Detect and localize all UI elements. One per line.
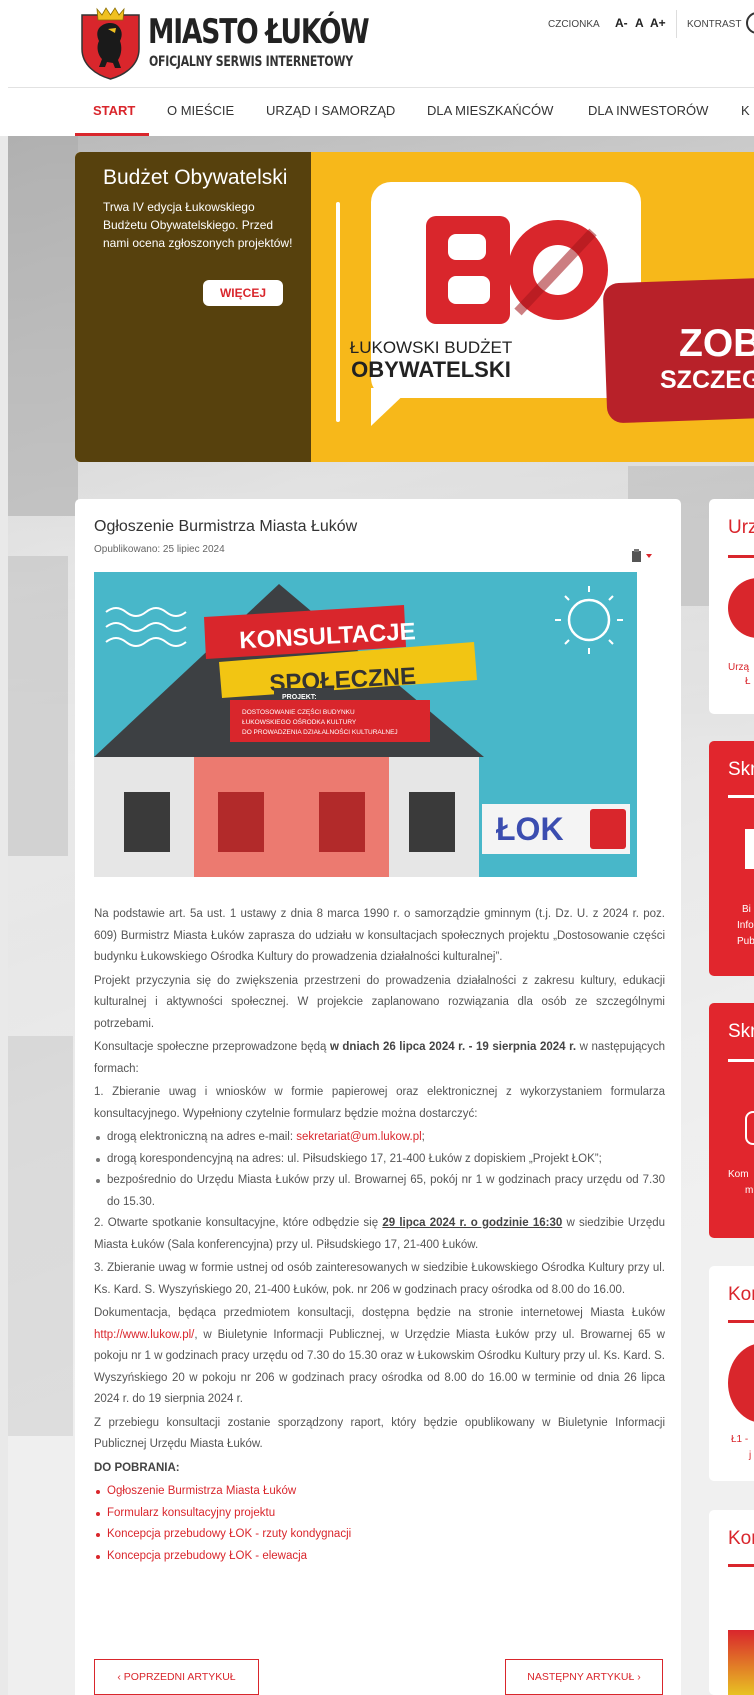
website-link[interactable]: http://www.lukow.pl/ — [94, 1329, 194, 1341]
font-size-label: CZCIONKA — [548, 19, 600, 30]
paragraph-report: Z przebiegu konsultacji zostanie sporząd… — [94, 1416, 665, 1451]
consultation-poster: ŁOK KONSULTACJE SPOŁECZNE PROJEKT: DOSTO… — [94, 572, 637, 877]
sidebar-card-mailbox: Skr Kom m — [709, 1003, 754, 1238]
city-crest-logo[interactable] — [80, 7, 141, 80]
download-link-announcement[interactable]: Ogłoszenie Burmistrza Miasta Łuków — [107, 1485, 296, 1497]
mailbox-icon[interactable] — [745, 1111, 754, 1145]
sidebar-card-contact: Kon Ł1 - j — [709, 1266, 754, 1481]
nav-item-dla-inwestorow[interactable]: DLA INWESTORÓW — [588, 88, 708, 136]
lok-logo-text: ŁOK — [496, 811, 564, 847]
download-item: Koncepcja przebudowy ŁOK - rzuty kondygn… — [94, 1524, 665, 1546]
bo-caption-line1: ŁUKOWSKI BUDŻET — [349, 338, 513, 357]
poster-project-line2: ŁUKOWSKIEGO OŚRODKA KULTURY — [242, 717, 357, 726]
email-link[interactable]: sekretariat@um.lukow.pl — [296, 1131, 421, 1143]
meeting-date: 29 lipca 2024 r. o godzinie 16:30 — [382, 1217, 563, 1229]
cta-line2: SZCZEG — [660, 366, 754, 394]
sidebar-card-partners: Kon — [709, 1510, 754, 1695]
sidebar-card-office: Urz Urzą Ł — [709, 499, 754, 714]
bip-icon[interactable] — [745, 829, 754, 869]
paragraph-meeting: 2. Otwarte spotkanie konsultacyjne, któr… — [94, 1217, 666, 1251]
sidebar-card-title: Urz — [728, 517, 754, 538]
consultation-dates: w dniach 26 lipca 2024 r. - 19 sierpnia … — [329, 1041, 577, 1053]
poster-project-label: PROJEKT: — [282, 694, 317, 701]
poster-project-line1: DOSTOSOWANIE CZĘŚCI BUDYNKU — [242, 707, 355, 716]
download-link-form[interactable]: Formularz konsultacyjny projektu — [107, 1507, 275, 1519]
list-item: drogą korespondencyjną na adres: ul. Pił… — [94, 1149, 665, 1171]
print-icon[interactable] — [631, 549, 657, 563]
banner-more-button[interactable]: WIĘCEJ — [203, 280, 283, 306]
partner-logo[interactable] — [728, 1630, 754, 1695]
site-title[interactable]: MIASTO ŁUKÓW — [148, 13, 370, 51]
paragraph-form1: 1. Zbieranie uwag i wniosków w formie pa… — [94, 1086, 665, 1120]
article-card: Ogłoszenie Burmistrza Miasta Łuków Opubl… — [75, 499, 681, 1695]
paragraph-purpose: Projekt przyczynia się do zwiększenia pr… — [94, 974, 665, 1030]
article-body: Na podstawie art. 5a ust. 1 ustawy z dni… — [94, 904, 665, 1567]
banner-title: Budżet Obywatelski — [103, 166, 288, 189]
article-date: Opublikowano: 25 lipiec 2024 — [94, 544, 225, 555]
hero-banner[interactable]: Budżet Obywatelski Trwa IV edycja Łukows… — [75, 152, 754, 462]
site-header: MIASTO ŁUKÓW OFICJALNY SERWIS INTERNETOW… — [0, 0, 754, 88]
office-icon[interactable] — [728, 578, 754, 638]
cta-line1: ZOBA — [679, 322, 754, 365]
sidebar-card-title: Kon — [728, 1528, 754, 1549]
article-title: Ogłoszenie Burmistrza Miasta Łuków — [94, 518, 358, 535]
download-item: Formularz konsultacyjny projektu — [94, 1503, 665, 1525]
next-article-button[interactable]: NASTĘPNY ARTYKUŁ › — [505, 1659, 663, 1695]
office-caption: Urzą — [728, 662, 750, 673]
nav-item-o-miescie[interactable]: O MIEŚCIE — [167, 88, 234, 136]
font-increase-button[interactable]: A+ — [650, 16, 666, 30]
paragraph-documentation: Dokumentacja, będąca przedmiotem konsult… — [94, 1307, 665, 1405]
list-item: bezpośrednio do Urzędu Miasta Łuków przy… — [94, 1170, 665, 1213]
sidebar-card-title: Kon — [728, 1284, 754, 1305]
list-item: drogą elektroniczną na adres e-mail: sek… — [94, 1127, 665, 1149]
paragraph-dates: Konsultacje społeczne przeprowadzone będ… — [94, 1041, 665, 1075]
paragraph-intro: Na podstawie art. 5a ust. 1 ustawy z dni… — [94, 908, 665, 963]
contrast-label: KONTRAST — [687, 19, 742, 30]
bo-logo-art: BO — [426, 216, 608, 324]
download-item: Koncepcja przebudowy ŁOK - elewacja — [94, 1546, 665, 1568]
banner-text: Trwa IV edycja Łukowskiego Budżetu Obywa… — [103, 200, 293, 250]
nav-item-dla-mieszkancow[interactable]: DLA MIESZKAŃCÓW — [427, 88, 553, 136]
downloads-heading: DO POBRANIA: — [94, 1461, 180, 1474]
font-normal-button[interactable]: A — [635, 16, 644, 30]
banner-caption-panel: Budżet Obywatelski Trwa IV edycja Łukows… — [75, 152, 311, 462]
main-nav: START O MIEŚCIE URZĄD I SAMORZĄD DLA MIE… — [0, 88, 754, 136]
paragraph-form3: 3. Zbieranie uwag w formie ustnej od osó… — [94, 1262, 665, 1296]
downloads-list: Ogłoszenie Burmistrza Miasta Łuków Formu… — [94, 1481, 665, 1567]
delivery-methods-list: drogą elektroniczną na adres e-mail: sek… — [94, 1127, 665, 1213]
banner-divider — [336, 202, 340, 422]
poster-project-line3: DO PROWADZENIA DZIAŁALNOŚCI KULTURALNEJ — [242, 727, 398, 736]
previous-article-button[interactable]: ‹ POPRZEDNI ARTYKUŁ — [94, 1659, 259, 1695]
contrast-icon[interactable] — [746, 12, 754, 34]
font-decrease-button[interactable]: A- — [615, 16, 628, 30]
nav-item-more[interactable]: K — [741, 88, 750, 136]
nav-item-start[interactable]: START — [93, 88, 135, 136]
nav-item-urzad-i-samorzad[interactable]: URZĄD I SAMORZĄD — [266, 88, 395, 136]
sidebar-card-title: Skr — [728, 759, 754, 780]
speech-bubble-tail — [371, 388, 411, 426]
download-link-floor-plans[interactable]: Koncepcja przebudowy ŁOK - rzuty kondygn… — [107, 1528, 351, 1540]
phone-icon[interactable] — [728, 1343, 754, 1423]
download-item: Ogłoszenie Burmistrza Miasta Łuków — [94, 1481, 665, 1503]
bo-caption-line2: OBYWATELSKI — [351, 357, 511, 382]
site-subtitle: OFICJALNY SERWIS INTERNETOWY — [149, 54, 353, 70]
sidebar-card-bip: Skr Bi Info Pub — [709, 741, 754, 976]
sidebar-card-title: Skr — [728, 1021, 754, 1042]
article-image: ŁOK KONSULTACJE SPOŁECZNE PROJEKT: DOSTO… — [94, 572, 637, 877]
download-link-elevation[interactable]: Koncepcja przebudowy ŁOK - elewacja — [107, 1550, 307, 1562]
tools-divider — [676, 10, 677, 38]
